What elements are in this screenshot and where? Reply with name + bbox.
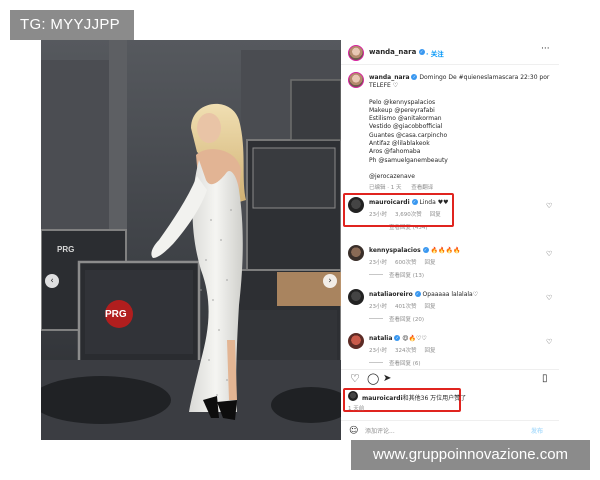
comment-meta: 23小时 401次赞 回复 bbox=[369, 302, 444, 310]
comment-body: mauroicardi ✓ Linda ♥♥ bbox=[369, 199, 448, 207]
comment-likes[interactable]: 401次赞 bbox=[395, 304, 417, 310]
view-replies[interactable]: 查看回复 (6) bbox=[369, 359, 421, 367]
post-author-row[interactable]: wanda_nara ✓ bbox=[369, 48, 425, 56]
comment-meta: 23小时 600次赞 回复 bbox=[369, 258, 444, 266]
caption-credit: Aros @fahomaba bbox=[369, 148, 421, 156]
comment-user[interactable]: kennyspalacios bbox=[369, 247, 421, 254]
verified-icon: ✓ bbox=[411, 74, 418, 80]
reply-button[interactable]: 回复 bbox=[425, 304, 436, 310]
caption: wanda_nara ✓ Domingo De #quieneslamascar… bbox=[369, 74, 549, 181]
caption-credits: Pelo @kennyspalacios Makeup @pereyrafabi E… bbox=[369, 99, 549, 165]
comment-text: Opaaaaa lalalala♡ bbox=[422, 291, 479, 298]
bookmark-icon[interactable]: ▯ bbox=[542, 373, 548, 385]
heart-icon[interactable]: ♡ bbox=[546, 202, 552, 210]
heart-icon[interactable]: ♡ bbox=[546, 294, 552, 302]
caption-meta: 已编辑 · 1 天 查看翻译 bbox=[369, 183, 441, 191]
comment-user[interactable]: mauroicardi bbox=[369, 199, 410, 206]
heart-icon[interactable]: ♡ bbox=[350, 373, 360, 385]
comment-text: 🔥🔥🔥🔥 bbox=[430, 247, 461, 254]
comment-avatar[interactable] bbox=[348, 289, 364, 305]
comment-avatar[interactable] bbox=[348, 245, 364, 261]
watermark-bottom: www.gruppoinnovazione.com bbox=[351, 440, 590, 470]
translate-link[interactable]: 查看翻译 bbox=[411, 185, 433, 191]
verified-icon: ✓ bbox=[394, 335, 401, 341]
caption-credit: Ph @samuelganembeauty bbox=[369, 156, 448, 164]
comment-avatar[interactable] bbox=[348, 333, 364, 349]
caption-time: 已编辑 · 1 天 bbox=[369, 185, 402, 191]
comment-time: 23小时 bbox=[369, 348, 387, 354]
comment-likes[interactable]: 324次赞 bbox=[395, 348, 417, 354]
liked-by-suffix: 和其他36 万位用户赞了 bbox=[402, 395, 467, 402]
divider bbox=[341, 369, 559, 370]
caption-credit: Antifaz @lilablakeok bbox=[369, 140, 430, 148]
reply-button[interactable]: 回复 bbox=[430, 212, 441, 218]
emoji-icon[interactable]: ☺ bbox=[349, 426, 358, 436]
caption-line1: Domingo De #quieneslamascara 22:30 por bbox=[419, 74, 550, 81]
comment-likes[interactable]: 600次赞 bbox=[395, 260, 417, 266]
more-icon[interactable]: ··· bbox=[541, 44, 550, 54]
verified-icon: ✓ bbox=[422, 247, 429, 253]
view-replies[interactable]: 查看回复 (13) bbox=[369, 271, 424, 279]
chevron-right-icon[interactable]: › bbox=[323, 274, 337, 288]
comment-likes[interactable]: 3,690次赞 bbox=[395, 212, 422, 218]
follow-label[interactable]: 关注 bbox=[431, 50, 444, 58]
post-photo[interactable]: PRG PRG ‹ › bbox=[41, 40, 341, 440]
action-bar: ♡ ◯ ➤ ▯ bbox=[343, 373, 555, 387]
photo-illustration: PRG PRG bbox=[41, 40, 341, 440]
liked-by-text[interactable]: mauroicardi和其他36 万位用户赞了 bbox=[362, 393, 466, 402]
comment-body: natalia ✓ 😍🔥♡♡ bbox=[369, 335, 427, 343]
comment-meta: 23小时 3,690次赞 回复 bbox=[369, 210, 449, 218]
caption-credit: Guantes @casa.carpincho bbox=[369, 131, 448, 139]
chevron-left-icon[interactable]: ‹ bbox=[45, 274, 59, 288]
reply-button[interactable]: 回复 bbox=[425, 260, 436, 266]
comment-time: 23小时 bbox=[369, 304, 387, 310]
watermark-top: TG: MYYJJPP bbox=[10, 10, 134, 40]
svg-text:PRG: PRG bbox=[57, 245, 74, 254]
comment-body: nataliaoreiro ✓ Opaaaaa lalalala♡ bbox=[369, 291, 478, 299]
reply-button[interactable]: 回复 bbox=[425, 348, 436, 354]
post-author[interactable]: wanda_nara bbox=[369, 48, 416, 56]
comment-user[interactable]: natalia bbox=[369, 335, 392, 342]
view-replies[interactable]: 查看回复 (20) bbox=[369, 315, 424, 323]
comment-time: 23小时 bbox=[369, 260, 387, 266]
caption-line2: TELEFE ♡ bbox=[369, 82, 399, 90]
heart-icon[interactable]: ♡ bbox=[546, 338, 552, 346]
divider bbox=[341, 64, 559, 65]
comment-user[interactable]: nataliaoreiro bbox=[369, 291, 413, 298]
comment-time: 23小时 bbox=[369, 212, 387, 218]
share-icon[interactable]: ➤ bbox=[383, 373, 391, 385]
comment-input[interactable] bbox=[365, 425, 515, 437]
caption-credit: Vestido @giacobbofficial bbox=[369, 123, 443, 131]
verified-icon: ✓ bbox=[411, 199, 418, 205]
liked-by-avatar[interactable] bbox=[348, 391, 358, 401]
post-button[interactable]: 发布 bbox=[531, 426, 543, 435]
caption-credit: Pelo @kennyspalacios bbox=[369, 98, 436, 106]
comment-box: ☺ 发布 bbox=[341, 420, 559, 440]
caption-author[interactable]: wanda_nara bbox=[369, 74, 410, 81]
avatar[interactable] bbox=[348, 45, 364, 61]
comment-avatar[interactable] bbox=[348, 197, 364, 213]
heart-icon[interactable]: ♡ bbox=[546, 250, 552, 258]
comment-text: 😍🔥♡♡ bbox=[402, 335, 427, 342]
post-sidebar: wanda_nara ✓ · 关注 ··· wanda_nara ✓ Domin… bbox=[341, 40, 559, 440]
post-age: 1 天前 bbox=[348, 406, 365, 412]
view-replies[interactable]: 查看回复 (454) bbox=[369, 223, 428, 231]
caption-mention[interactable]: @jerocazenave bbox=[369, 173, 549, 181]
comment-body: kennyspalacios ✓ 🔥🔥🔥🔥 bbox=[369, 247, 460, 255]
comment-text: Linda ♥♥ bbox=[419, 199, 449, 206]
comment-meta: 23小时 324次赞 回复 bbox=[369, 346, 444, 354]
caption-avatar[interactable] bbox=[348, 72, 364, 88]
caption-credit: Estilismo @anitakorman bbox=[369, 115, 442, 123]
caption-credit: Makeup @pereyrafabi bbox=[369, 106, 435, 114]
comment-icon[interactable]: ◯ bbox=[367, 373, 379, 385]
verified-icon: ✓ bbox=[414, 291, 421, 297]
verified-icon: ✓ bbox=[418, 49, 425, 55]
svg-text:PRG: PRG bbox=[105, 309, 127, 320]
liked-by-user[interactable]: mauroicardi bbox=[362, 395, 403, 402]
follow-button[interactable]: · 关注 bbox=[426, 48, 444, 58]
